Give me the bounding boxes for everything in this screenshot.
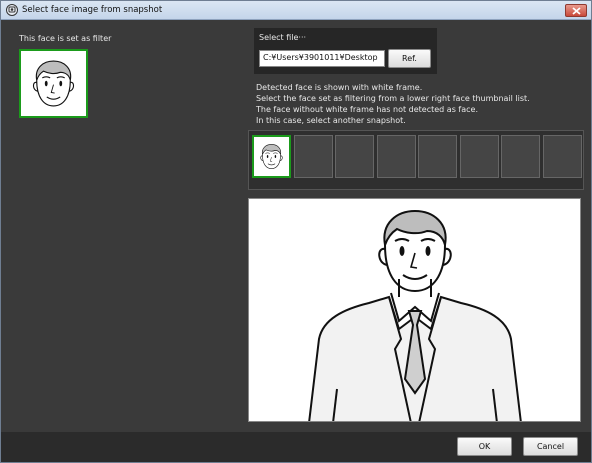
title-bar[interactable]: Select face image from snapshot — [1, 1, 591, 20]
instruction-line: Select the face set as filtering from a … — [256, 94, 530, 103]
ok-button[interactable]: OK — [457, 437, 512, 456]
face-thumbnail-selected[interactable] — [252, 135, 291, 178]
instruction-line: In this case, select another snapshot. — [256, 116, 406, 125]
face-illustration — [260, 144, 283, 169]
snapshot-image — [248, 198, 581, 422]
snapshot-person-illustration — [308, 210, 522, 421]
window-title: Select face image from snapshot — [22, 5, 163, 15]
select-file-panel: Select file··· C:¥Users¥3901011¥Desktop … — [254, 28, 437, 74]
face-thumbnail-empty[interactable] — [542, 135, 582, 178]
filter-face-label: This face is set as filter — [19, 34, 112, 43]
cancel-button[interactable]: Cancel — [523, 437, 578, 456]
face-thumbnail-empty[interactable] — [459, 135, 499, 178]
face-thumbnail-empty[interactable] — [293, 135, 333, 178]
dialog-content: This face is set as filter Select file··… — [1, 20, 591, 432]
face-thumbnail-empty[interactable] — [418, 135, 457, 178]
instructions-text: Detected face is shown with white frame.… — [256, 82, 530, 126]
close-icon — [572, 7, 581, 15]
face-thumbnail-empty[interactable] — [501, 135, 540, 178]
face-thumbnail-list — [248, 130, 584, 190]
close-button[interactable] — [565, 4, 587, 17]
filter-face-thumbnail — [19, 49, 88, 118]
dialog-window: Select face image from snapshot This fac… — [0, 0, 592, 463]
face-illustration — [32, 60, 75, 107]
select-file-label: Select file··· — [259, 33, 307, 42]
dialog-footer: OK Cancel — [1, 432, 591, 462]
app-icon — [6, 4, 18, 16]
file-path-field[interactable]: C:¥Users¥3901011¥Desktop — [259, 50, 385, 67]
ref-button[interactable]: Ref. — [388, 49, 431, 68]
instruction-line: The face without white frame has not det… — [256, 105, 478, 114]
face-thumbnail-empty[interactable] — [376, 135, 416, 178]
instruction-line: Detected face is shown with white frame. — [256, 83, 423, 92]
face-thumbnail-empty[interactable] — [335, 135, 374, 178]
